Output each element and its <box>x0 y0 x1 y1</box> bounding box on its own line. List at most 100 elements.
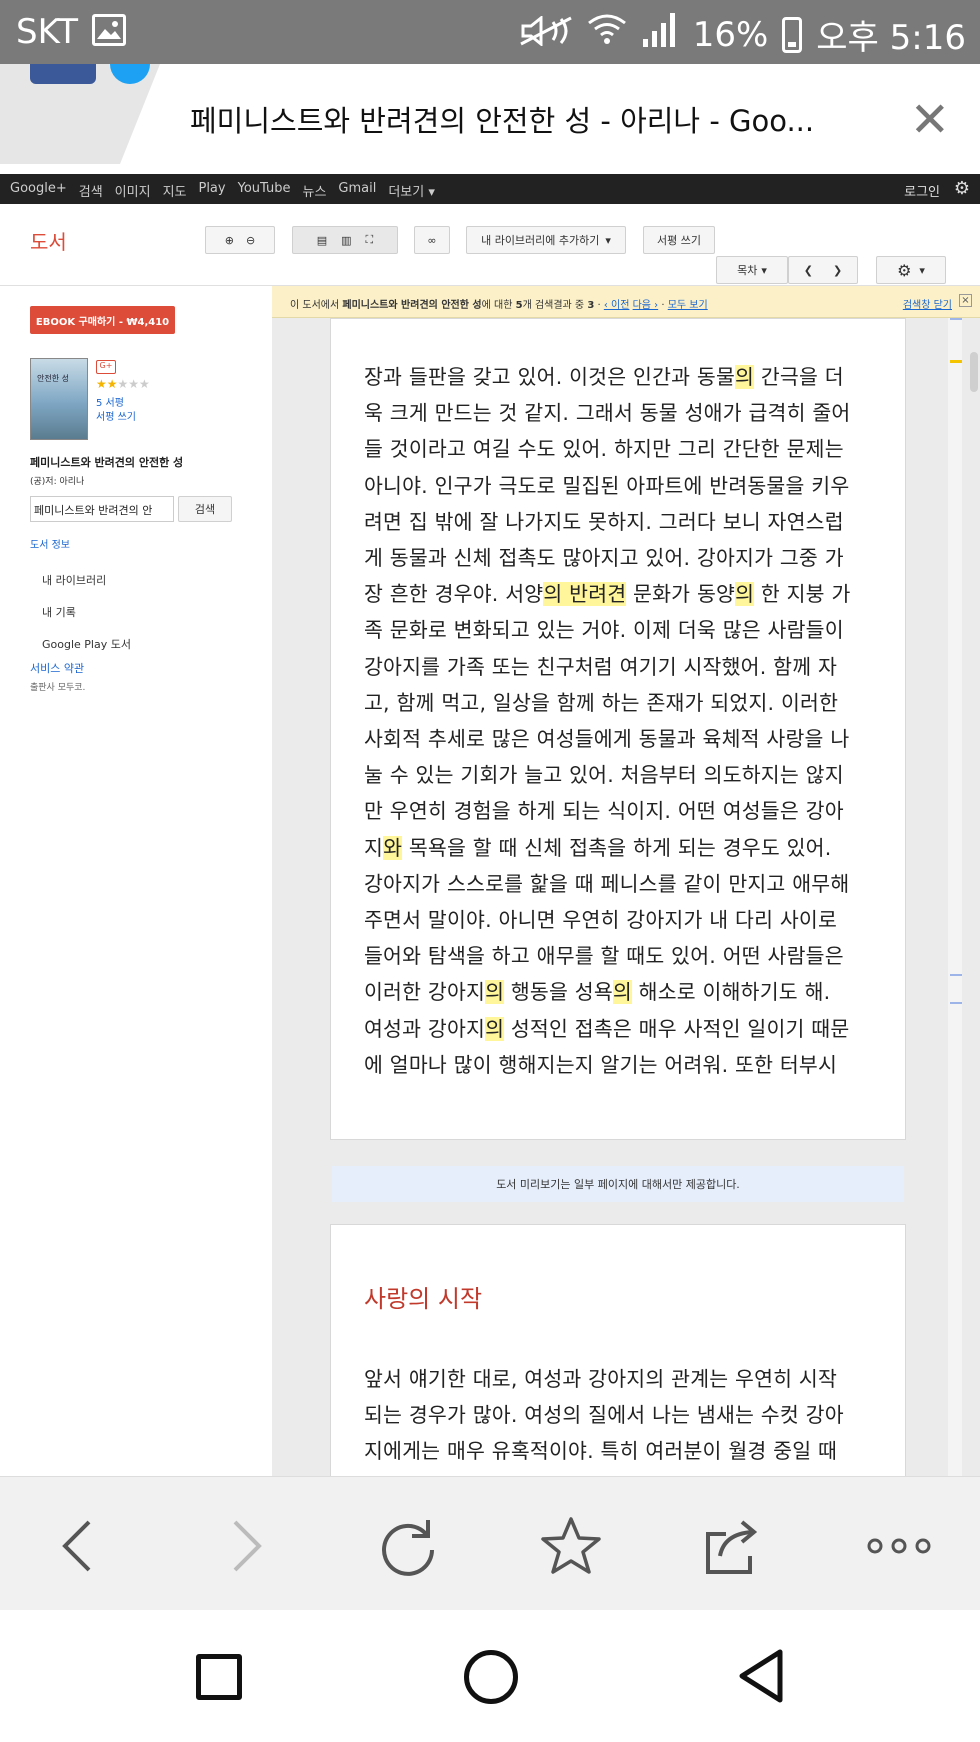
chapter-title: 사랑의 시작 <box>364 1285 483 1313</box>
battery-percent: 16% <box>692 14 769 55</box>
nav-maps[interactable]: 지도 <box>163 181 187 200</box>
book-reader: 이 도서에서 페미니스트와 반려견의 안전한 성에 대한 5개 검색결과 중 3… <box>272 286 980 1476</box>
settings-button[interactable]: ⚙ ▾ <box>876 256 946 284</box>
forward-icon[interactable] <box>212 1511 282 1581</box>
show-all-link[interactable]: 모두 보기 <box>668 300 708 311</box>
chevron-down-icon: ▾ <box>605 233 611 247</box>
books-brand[interactable]: 도서 <box>30 226 67 255</box>
nav-gmail[interactable]: Gmail <box>338 181 376 200</box>
text-segment: 강아지가 스스로를 핥을 때 페니스를 같이 만지고 애무해 <box>364 871 850 896</box>
text-segment: 게 동물과 신체 접촉도 많아지고 있어. 강아지가 그중 가 <box>364 546 844 571</box>
my-history-link[interactable]: 내 기록 <box>42 604 76 620</box>
text-segment: 장 흔한 경우야. 서양 <box>364 582 544 607</box>
page-text: 장과 들판을 갖고 있어. 이것은 인간과 동물의 간극을 더욱 크게 만드는 … <box>364 359 884 1083</box>
text-segment: 강아지를 가족 또는 친구처럼 여기기 시작했어. 함께 자 <box>364 654 838 679</box>
text-line: 되는 경우가 많아. 여성의 질에서 나는 냄새는 수컷 강아 <box>364 1403 844 1428</box>
book-info-link[interactable]: 도서 정보 <box>30 536 70 551</box>
more-options-icon[interactable] <box>864 1511 934 1581</box>
gallery-icon <box>92 14 126 46</box>
book-search-input[interactable]: 페미니스트와 반려견의 안 <box>30 496 174 522</box>
close-tab-icon[interactable]: ✕ <box>910 96 950 144</box>
text-segment: 들 것이라고 여길 수도 있어. 하지만 그리 간단한 문제는 <box>364 437 844 462</box>
system-back-icon[interactable] <box>736 1648 786 1708</box>
book-cover[interactable]: 안전한 성 <box>30 358 88 440</box>
reviews-count-link[interactable]: 5 서평 <box>96 394 124 409</box>
text-line: 려면 집 밖에 잘 나가지도 못하지. 그러다 보니 자연스럽 <box>364 504 884 540</box>
carrier-label: SKT <box>16 12 79 52</box>
buy-ebook-button[interactable]: EBOOK 구매하기 - ₩4,410 <box>30 306 175 334</box>
bookmark-star-icon[interactable] <box>536 1511 606 1581</box>
book-page: 사랑의 시작 앞서 얘기한 대로, 여성과 강아지의 관계는 우연히 시작 되는… <box>330 1224 906 1476</box>
nav-images[interactable]: 이미지 <box>115 181 151 200</box>
write-review-button[interactable]: 서평 쓰기 <box>643 226 715 254</box>
preview-notice: 도서 미리보기는 일부 페이지에 대해서만 제공합니다. <box>332 1166 904 1202</box>
login-link[interactable]: 로그인 <box>904 181 940 200</box>
search-bar-suffix: 개 검색결과 중 <box>522 300 585 311</box>
prev-result-link[interactable]: ‹ 이전 <box>604 300 630 311</box>
search-highlight: 의 <box>735 582 755 607</box>
back-icon[interactable] <box>42 1511 112 1581</box>
zoom-in-icon[interactable]: ⊕ <box>225 234 234 247</box>
next-page-icon[interactable]: ❯ <box>833 264 842 277</box>
search-result-markers[interactable] <box>948 318 962 1476</box>
gplus-button[interactable]: G+ <box>96 360 116 374</box>
text-line: 만 우연히 경험을 하게 되는 식이지. 어떤 여성들은 강아 <box>364 793 884 829</box>
previous-page-icon[interactable]: ❮ <box>804 264 813 277</box>
page-text: 앞서 얘기한 대로, 여성과 강아지의 관계는 우연히 시작 되는 경우가 많아… <box>364 1361 884 1470</box>
text-line: 지와 목욕을 할 때 신체 접촉을 하게 되는 경우도 있어. <box>364 830 884 866</box>
play-books-link[interactable]: Google Play 도서 <box>42 636 131 652</box>
zoom-out-icon[interactable]: ⊖ <box>246 234 255 247</box>
home-icon[interactable] <box>464 1650 518 1704</box>
text-segment: 한 지붕 가 <box>754 582 851 607</box>
toc-button[interactable]: 목차 ▾ <box>716 256 788 284</box>
scrollbar-thumb[interactable] <box>970 352 978 392</box>
search-highlight: 의 <box>485 1016 505 1041</box>
text-line: 족 문화로 변화되고 있는 거야. 이제 더욱 많은 사람들이 <box>364 612 884 648</box>
wifi-icon <box>587 11 627 58</box>
mute-icon <box>519 14 573 55</box>
search-bar-prefix: 이 도서에서 <box>290 300 340 311</box>
close-icon[interactable]: × <box>959 294 972 307</box>
text-segment: 행동을 성욕 <box>504 980 613 1005</box>
text-segment: 눌 수 있는 기회가 늘고 있어. 처음부터 의도하지는 않지 <box>364 763 844 788</box>
write-review-link[interactable]: 서평 쓰기 <box>96 408 136 423</box>
book-title: 페미니스트와 반려견의 안전한 성 <box>30 456 184 469</box>
add-to-library-button[interactable]: 내 라이브러리에 추가하기 ▾ <box>466 226 626 254</box>
text-line: 지에게는 매우 유혹적이야. 특히 여러분이 월경 중일 때 <box>364 1439 838 1464</box>
nav-youtube[interactable]: YouTube <box>238 181 291 200</box>
signal-icon <box>641 11 679 58</box>
link-icon[interactable]: ∞ <box>414 226 450 254</box>
terms-link[interactable]: 서비스 약관 <box>30 660 84 676</box>
text-line: 이러한 강아지의 행동을 성욕의 해소로 이해하기도 해. <box>364 974 884 1010</box>
nav-search[interactable]: 검색 <box>79 181 103 200</box>
text-segment: 간극을 더 <box>754 365 844 389</box>
my-library-link[interactable]: 내 라이브러리 <box>42 572 106 588</box>
single-page-icon[interactable]: ▤ <box>317 234 327 247</box>
nav-more[interactable]: 더보기 ▾ <box>388 181 435 200</box>
gear-icon[interactable]: ⚙ <box>954 178 970 199</box>
text-segment: 여성과 강아지 <box>364 1016 486 1041</box>
facebook-icon <box>30 64 96 84</box>
search-query: 페미니스트와 반려견의 안전한 성 <box>342 300 482 311</box>
text-line: 아니야. 인구가 극도로 밀집된 아파트에 반려동물을 키우 <box>364 468 884 504</box>
page-nav-controls: ❮ ❯ <box>788 256 858 284</box>
status-bar: SKT 16% 오후 5:16 <box>0 0 980 64</box>
status-indicators: 16% 오후 5:16 <box>519 10 966 59</box>
close-search-link[interactable]: 검색창 닫기 <box>903 296 952 311</box>
next-result-link[interactable]: 다음 › <box>633 300 659 311</box>
share-icon[interactable] <box>698 1511 768 1581</box>
nav-gplus[interactable]: Google+ <box>10 181 67 200</box>
search-results-bar: 이 도서에서 페미니스트와 반려견의 안전한 성에 대한 5개 검색결과 중 3… <box>272 286 980 318</box>
text-segment: 성적인 접촉은 매우 사적인 일이기 때문 <box>504 1016 850 1041</box>
fullscreen-icon[interactable]: ⛶ <box>366 233 374 247</box>
nav-play[interactable]: Play <box>198 181 225 200</box>
two-page-icon[interactable]: ▥ <box>341 234 351 247</box>
book-search-button[interactable]: 검색 <box>178 496 232 522</box>
text-line: 앞서 얘기한 대로, 여성과 강아지의 관계는 우연히 시작 <box>364 1367 838 1391</box>
recent-apps-icon[interactable] <box>196 1654 242 1700</box>
text-segment: 장과 들판을 갖고 있어. 이것은 인간과 동물 <box>364 365 736 389</box>
search-current: 3 <box>587 300 595 311</box>
nav-news[interactable]: 뉴스 <box>302 181 326 200</box>
refresh-icon[interactable] <box>373 1511 443 1581</box>
text-line: 에 얼마나 많이 행해지는지 알기는 어려워. 또한 터부시 <box>364 1047 884 1083</box>
